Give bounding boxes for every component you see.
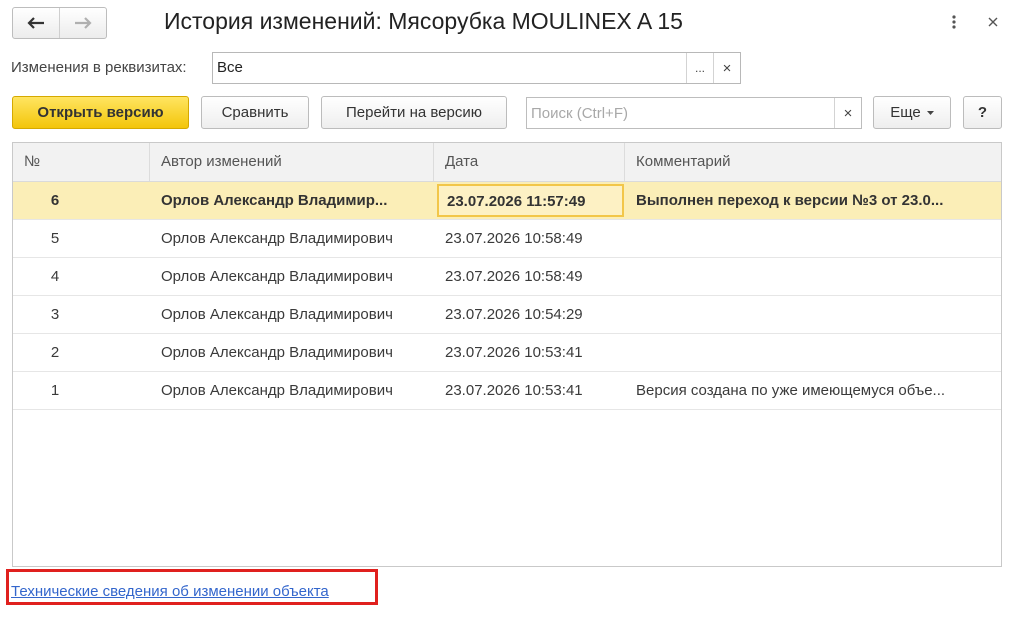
technical-details-link[interactable]: Технические сведения об изменении объект…: [11, 583, 329, 600]
row-number: 6: [50, 192, 60, 209]
search-clear-button[interactable]: ×: [834, 98, 861, 128]
row-number: 1: [50, 382, 60, 399]
row-comment: [636, 296, 994, 333]
open-version-button[interactable]: Открыть версию: [12, 96, 189, 129]
versions-table: № Автор изменений Дата Комментарий 6 Орл…: [12, 142, 1002, 567]
row-date: 23.07.2026 10:54:29: [445, 306, 583, 323]
arrow-left-icon: [27, 17, 44, 29]
row-date: 23.07.2026 10:53:41: [445, 344, 583, 361]
table-header: № Автор изменений Дата Комментарий: [13, 143, 1001, 182]
row-author: Орлов Александр Владимирович: [161, 306, 393, 323]
row-number: 5: [50, 230, 60, 247]
row-author: Орлов Александр Владимирович: [161, 382, 393, 399]
clear-icon: ×: [722, 59, 732, 77]
attribute-filter-field[interactable]: Все ... ×: [212, 52, 741, 84]
row-author: Орлов Александр Владимир...: [161, 192, 388, 209]
table-row[interactable]: 4 Орлов Александр Владимирович 23.07.202…: [13, 258, 1001, 296]
row-date: 23.07.2026 10:53:41: [445, 382, 583, 399]
row-author: Орлов Александр Владимирович: [161, 344, 393, 361]
table-row[interactable]: 6 Орлов Александр Владимир... 23.07.2026…: [13, 182, 1001, 220]
column-header-number[interactable]: №: [24, 143, 40, 181]
ellipsis-icon: ...: [694, 61, 705, 75]
more-actions-label: Еще: [890, 104, 921, 121]
row-date: 23.07.2026 11:57:49: [437, 184, 624, 217]
clear-icon: ×: [843, 104, 853, 122]
back-button[interactable]: [13, 8, 59, 38]
arrow-right-icon: [75, 17, 92, 29]
row-author: Орлов Александр Владимирович: [161, 230, 393, 247]
row-comment: [636, 220, 994, 257]
table-row[interactable]: 2 Орлов Александр Владимирович 23.07.202…: [13, 334, 1001, 372]
goto-version-button[interactable]: Перейти на версию: [321, 96, 507, 129]
filter-value[interactable]: Все: [213, 53, 686, 83]
window-title: История изменений: Мясорубка MOULINEX A …: [164, 8, 683, 34]
filter-select-button[interactable]: ...: [686, 53, 713, 83]
forward-button[interactable]: [59, 8, 106, 38]
history-navigation: [12, 7, 107, 39]
compare-button[interactable]: Сравнить: [201, 96, 309, 129]
row-number: 2: [50, 344, 60, 361]
row-date: 23.07.2026 10:58:49: [445, 230, 583, 247]
more-vertical-icon: [952, 15, 956, 29]
chevron-down-icon: [926, 110, 934, 115]
row-comment: Версия создана по уже имеющемуся объе...: [636, 382, 946, 399]
column-header-comment[interactable]: Комментарий: [636, 143, 730, 181]
window-menu-button[interactable]: [946, 12, 962, 32]
search-box: ×: [526, 97, 862, 129]
row-comment: [636, 334, 994, 371]
table-row[interactable]: 3 Орлов Александр Владимирович 23.07.202…: [13, 296, 1001, 334]
close-icon: [988, 17, 998, 27]
row-author: Орлов Александр Владимирович: [161, 268, 393, 285]
filter-clear-button[interactable]: ×: [713, 53, 740, 83]
row-comment: Выполнен переход к версии №3 от 23.0...: [636, 192, 944, 209]
filter-label: Изменения в реквизитах:: [11, 59, 187, 76]
table-row[interactable]: 1 Орлов Александр Владимирович 23.07.202…: [13, 372, 1001, 410]
row-comment: [636, 258, 994, 295]
row-number: 3: [50, 306, 60, 323]
help-button[interactable]: ?: [963, 96, 1002, 129]
table-row[interactable]: 5 Орлов Александр Владимирович 23.07.202…: [13, 220, 1001, 258]
column-header-date[interactable]: Дата: [445, 143, 478, 181]
row-number: 4: [50, 268, 60, 285]
more-actions-button[interactable]: Еще: [873, 96, 951, 129]
row-date: 23.07.2026 10:58:49: [445, 268, 583, 285]
column-header-author[interactable]: Автор изменений: [161, 143, 282, 181]
window-close-button[interactable]: [985, 14, 1001, 30]
search-input[interactable]: [527, 98, 834, 128]
